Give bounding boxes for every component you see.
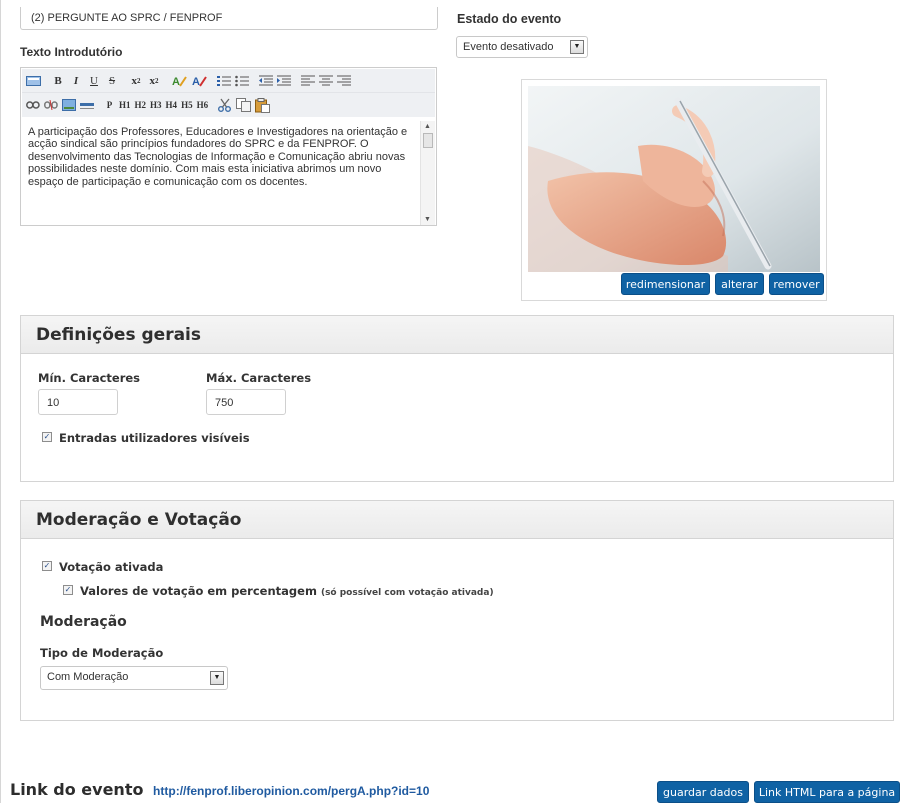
remove-image-button[interactable]: remover bbox=[769, 273, 824, 295]
align-center-icon[interactable] bbox=[318, 72, 334, 90]
subscript-button[interactable]: x2 bbox=[128, 72, 144, 90]
max-chars-input[interactable]: 750 bbox=[206, 389, 286, 415]
editor-toolbar-row-1: B I U S x2 x2 A A bbox=[22, 69, 435, 93]
copy-icon[interactable] bbox=[235, 96, 252, 114]
event-link-url[interactable]: http://fenprof.liberopinion.com/pergA.ph… bbox=[153, 784, 429, 798]
heading-3-button[interactable]: H3 bbox=[149, 96, 163, 114]
underline-button[interactable]: U bbox=[86, 72, 102, 90]
min-chars-label: Mín. Caracteres bbox=[38, 371, 141, 385]
general-settings-panel: Definições gerais Mín. Caracteres 10 Máx… bbox=[20, 315, 894, 482]
voting-checkbox[interactable]: ✓ bbox=[42, 561, 52, 571]
scroll-up-icon[interactable]: ▲ bbox=[424, 123, 431, 130]
link-icon[interactable] bbox=[25, 96, 41, 114]
visible-entries-label: Entradas utilizadores visíveis bbox=[59, 431, 250, 445]
editor-scrollbar[interactable]: ▲ ▼ bbox=[420, 121, 435, 225]
editor-toolbar-row-2: P H1 H2 H3 H4 H5 H6 bbox=[22, 93, 435, 117]
percent-voting-label-row: Valores de votação em percentagem (só po… bbox=[80, 584, 494, 598]
event-link-row: Link do evento http://fenprof.liberopini… bbox=[10, 780, 429, 799]
intro-text-editor[interactable]: B I U S x2 x2 A A P H1 H2 H3 H4 H5 H6 A … bbox=[20, 67, 437, 226]
moderation-subheading: Moderação bbox=[40, 614, 127, 630]
background-color-icon[interactable]: A bbox=[190, 72, 208, 90]
heading-1-button[interactable]: H1 bbox=[118, 96, 132, 114]
align-right-icon[interactable] bbox=[336, 72, 352, 90]
save-button[interactable]: guardar dados bbox=[657, 781, 749, 803]
moderation-type-label: Tipo de Moderação bbox=[40, 646, 164, 660]
paste-icon[interactable] bbox=[254, 96, 271, 114]
heading-4-button[interactable]: H4 bbox=[165, 96, 179, 114]
horizontal-rule-icon[interactable] bbox=[79, 96, 95, 114]
bold-button[interactable]: B bbox=[50, 72, 66, 90]
scroll-thumb[interactable] bbox=[423, 133, 433, 148]
percent-voting-note: (só possível com votação ativada) bbox=[320, 588, 494, 598]
heading-6-button[interactable]: H6 bbox=[196, 96, 210, 114]
paragraph-button[interactable]: P bbox=[103, 96, 116, 114]
heading-5-button[interactable]: H5 bbox=[180, 96, 194, 114]
chevron-down-icon[interactable]: ▼ bbox=[210, 671, 224, 685]
strikethrough-button[interactable]: S bbox=[104, 72, 120, 90]
unlink-icon[interactable] bbox=[43, 96, 59, 114]
text-color-icon[interactable]: A bbox=[170, 72, 188, 90]
italic-button[interactable]: I bbox=[68, 72, 84, 90]
svg-text:A: A bbox=[172, 76, 180, 88]
svg-text:A: A bbox=[192, 76, 200, 88]
scroll-down-icon[interactable]: ▼ bbox=[424, 216, 431, 223]
heading-2-button[interactable]: H2 bbox=[134, 96, 148, 114]
event-image bbox=[528, 86, 820, 272]
moderation-title: Moderação e Votação bbox=[21, 501, 893, 539]
intro-text-content[interactable]: A participação dos Professores, Educador… bbox=[24, 123, 419, 223]
percent-voting-checkbox[interactable]: ✓ bbox=[63, 585, 73, 595]
general-settings-title: Definições gerais bbox=[21, 316, 893, 354]
moderation-type-value: Com Moderação bbox=[47, 671, 129, 683]
event-title-field[interactable]: (2) PERGUNTE AO SPRC / FENPROF bbox=[20, 7, 438, 30]
event-image-frame: redimensionar alterar remover bbox=[521, 79, 827, 301]
event-state-select[interactable]: Evento desativado ▼ bbox=[456, 36, 588, 58]
change-image-button[interactable]: alterar bbox=[715, 273, 764, 295]
visible-entries-checkbox[interactable]: ✓ bbox=[42, 432, 52, 442]
align-left-icon[interactable] bbox=[300, 72, 316, 90]
event-state-label: Estado do evento bbox=[457, 12, 562, 26]
html-link-button[interactable]: Link HTML para a página bbox=[754, 781, 900, 803]
min-chars-input[interactable]: 10 bbox=[38, 389, 118, 415]
superscript-button[interactable]: x2 bbox=[146, 72, 162, 90]
indent-icon[interactable] bbox=[276, 72, 292, 90]
event-link-label: Link do evento bbox=[10, 780, 144, 799]
chevron-down-icon[interactable]: ▼ bbox=[570, 40, 584, 54]
resize-image-button[interactable]: redimensionar bbox=[621, 273, 710, 295]
left-border bbox=[0, 0, 1, 803]
ordered-list-icon[interactable] bbox=[216, 72, 232, 90]
moderation-type-select[interactable]: Com Moderação ▼ bbox=[40, 666, 228, 690]
voting-label: Votação ativada bbox=[59, 560, 164, 574]
source-icon[interactable] bbox=[25, 72, 42, 90]
outdent-icon[interactable] bbox=[258, 72, 274, 90]
moderation-panel: Moderação e Votação ✓ Votação ativada ✓ … bbox=[20, 500, 894, 721]
event-state-value: Evento desativado bbox=[463, 41, 554, 53]
unordered-list-icon[interactable] bbox=[234, 72, 250, 90]
intro-text-label: Texto Introdutório bbox=[20, 45, 123, 59]
max-chars-label: Máx. Caracteres bbox=[206, 371, 312, 385]
image-icon[interactable] bbox=[61, 96, 77, 114]
percent-voting-label: Valores de votação em percentagem bbox=[80, 584, 317, 598]
cut-icon[interactable] bbox=[217, 96, 233, 114]
